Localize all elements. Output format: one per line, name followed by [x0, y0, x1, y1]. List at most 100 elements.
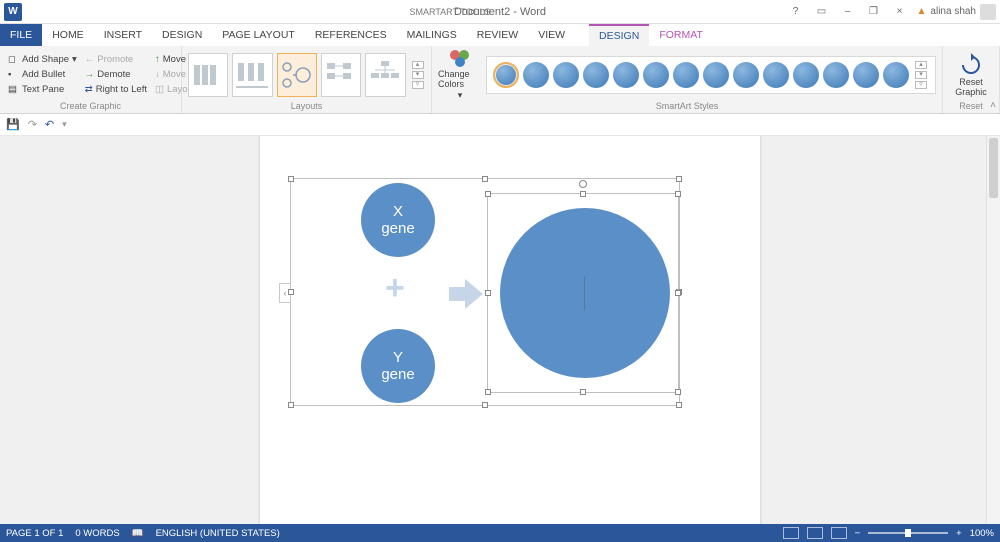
style-option-1[interactable]	[493, 62, 519, 88]
tab-design[interactable]: DESIGN	[152, 24, 212, 46]
style-option-12[interactable]	[823, 62, 849, 88]
tab-smartart-format[interactable]: FORMAT	[649, 24, 713, 46]
layout-option-3-selected[interactable]	[277, 53, 317, 97]
tab-mailings[interactable]: MAILINGS	[397, 24, 467, 46]
smartart-graphic-selection[interactable]: ‹ X gene + Y gene	[290, 178, 680, 406]
view-read-mode[interactable]	[783, 527, 799, 539]
move-up-icon: ↑	[155, 54, 160, 65]
add-bullet-button[interactable]: ▪Add Bullet	[6, 68, 79, 81]
layout-icon: ◫	[155, 84, 164, 95]
style-option-8[interactable]	[703, 62, 729, 88]
layout-option-2[interactable]	[232, 53, 272, 97]
quick-access-toolbar: 💾 ↷ ↶ ▾	[0, 114, 1000, 136]
word-app-icon: W	[4, 3, 22, 21]
change-colors-button[interactable]: Change Colors ▾	[438, 48, 482, 101]
style-option-4[interactable]	[583, 62, 609, 88]
tab-smartart-design[interactable]: DESIGN	[589, 24, 649, 46]
group-label-reset: Reset	[949, 101, 993, 113]
rotation-handle[interactable]	[579, 180, 587, 188]
view-print-layout[interactable]	[807, 527, 823, 539]
document-area: ‹ X gene + Y gene	[0, 136, 1000, 524]
page-status[interactable]: PAGE 1 OF 1	[6, 528, 63, 539]
status-bar: PAGE 1 OF 1 0 WORDS 📖 ENGLISH (UNITED ST…	[0, 524, 1000, 542]
layout-option-4[interactable]	[321, 53, 361, 97]
title-bar: W Document2 - Word SMARTART TOOLS ? ▭ – …	[0, 0, 1000, 24]
tab-home[interactable]: HOME	[42, 24, 94, 46]
group-smartart-styles: Change Colors ▾ ▴▾▿ SmartArt Styles	[432, 46, 943, 113]
smartart-node-2-text: Y gene	[381, 349, 414, 384]
tab-references[interactable]: REFERENCES	[305, 24, 397, 46]
zoom-slider-thumb[interactable]	[905, 529, 911, 537]
collapse-ribbon-button[interactable]: ˄	[990, 100, 996, 111]
undo-button[interactable]: ↶	[45, 118, 54, 131]
context-tools-label: SMARTART TOOLS	[400, 7, 500, 17]
promote-button[interactable]: ←Promote	[83, 53, 149, 66]
text-cursor	[584, 276, 585, 310]
plus-connector-icon: +	[385, 269, 405, 308]
scroll-thumb[interactable]	[989, 138, 998, 198]
styles-more[interactable]: ▴▾▿	[915, 61, 929, 89]
demote-button[interactable]: →Demote	[83, 68, 149, 81]
layouts-more[interactable]: ▴▾▿	[412, 61, 425, 89]
zoom-out-button[interactable]: −	[855, 528, 861, 539]
minimize-button[interactable]: –	[839, 4, 857, 20]
layout-option-1[interactable]	[188, 53, 228, 97]
style-option-2[interactable]	[523, 62, 549, 88]
style-option-6[interactable]	[643, 62, 669, 88]
style-option-9[interactable]	[733, 62, 759, 88]
style-option-5[interactable]	[613, 62, 639, 88]
demote-icon: →	[85, 69, 95, 80]
user-account[interactable]: ▲ alina shah	[917, 4, 997, 20]
style-option-7[interactable]	[673, 62, 699, 88]
language-status[interactable]: ENGLISH (UNITED STATES)	[156, 528, 280, 539]
promote-icon: ←	[85, 54, 95, 65]
smartart-node-3[interactable]	[500, 208, 670, 378]
spell-check-icon[interactable]: 📖	[132, 528, 144, 539]
change-colors-icon	[448, 48, 472, 68]
add-shape-button[interactable]: ◻Add Shape ▾	[6, 53, 79, 66]
tab-insert[interactable]: INSERT	[94, 24, 152, 46]
tab-view[interactable]: VIEW	[528, 24, 575, 46]
style-option-10[interactable]	[763, 62, 789, 88]
smartart-node-3-selection[interactable]	[487, 193, 679, 393]
tab-file[interactable]: FILE	[0, 24, 42, 46]
style-option-13[interactable]	[853, 62, 879, 88]
add-bullet-icon: ▪	[8, 69, 19, 80]
page[interactable]: ‹ X gene + Y gene	[260, 136, 760, 524]
group-create-graphic: ◻Add Shape ▾ ▪Add Bullet ▤Text Pane ←Pro…	[0, 46, 182, 113]
word-count[interactable]: 0 WORDS	[75, 528, 119, 539]
view-web-layout[interactable]	[831, 527, 847, 539]
text-pane-icon: ▤	[8, 84, 19, 95]
zoom-in-button[interactable]: +	[956, 528, 962, 539]
help-button[interactable]: ?	[787, 4, 805, 20]
style-option-3[interactable]	[553, 62, 579, 88]
close-button[interactable]: ×	[891, 4, 909, 20]
move-down-icon: ↓	[155, 69, 160, 80]
group-label-styles: SmartArt Styles	[438, 101, 936, 113]
zoom-slider[interactable]	[868, 532, 948, 534]
text-pane-button[interactable]: ▤Text Pane	[6, 83, 79, 96]
ribbon-tabs: FILE HOME INSERT DESIGN PAGE LAYOUT REFE…	[0, 24, 1000, 46]
save-button[interactable]: 💾	[6, 118, 20, 131]
reset-graphic-button[interactable]: Reset Graphic	[949, 53, 993, 97]
qat-customize[interactable]: ▾	[62, 119, 67, 130]
tab-review[interactable]: REVIEW	[467, 24, 528, 46]
rtl-icon: ⇄	[85, 84, 93, 95]
user-avatar-icon	[980, 4, 996, 20]
style-option-14[interactable]	[883, 62, 909, 88]
style-gallery: ▴▾▿	[486, 56, 936, 94]
group-label-create-graphic: Create Graphic	[6, 101, 175, 113]
ribbon: ◻Add Shape ▾ ▪Add Bullet ▤Text Pane ←Pro…	[0, 46, 1000, 114]
smartart-node-1-text: X gene	[381, 203, 414, 238]
tab-page-layout[interactable]: PAGE LAYOUT	[212, 24, 305, 46]
vertical-scrollbar[interactable]	[986, 136, 1000, 524]
smartart-node-1[interactable]: X gene	[361, 183, 435, 257]
zoom-level[interactable]: 100%	[970, 528, 994, 539]
smartart-node-2[interactable]: Y gene	[361, 329, 435, 403]
style-option-11[interactable]	[793, 62, 819, 88]
repeat-button[interactable]: ↷	[28, 118, 37, 131]
ribbon-display-options[interactable]: ▭	[813, 4, 831, 20]
right-to-left-button[interactable]: ⇄Right to Left	[83, 83, 149, 96]
restore-button[interactable]: ❐	[865, 4, 883, 20]
layout-option-5[interactable]	[365, 53, 405, 97]
